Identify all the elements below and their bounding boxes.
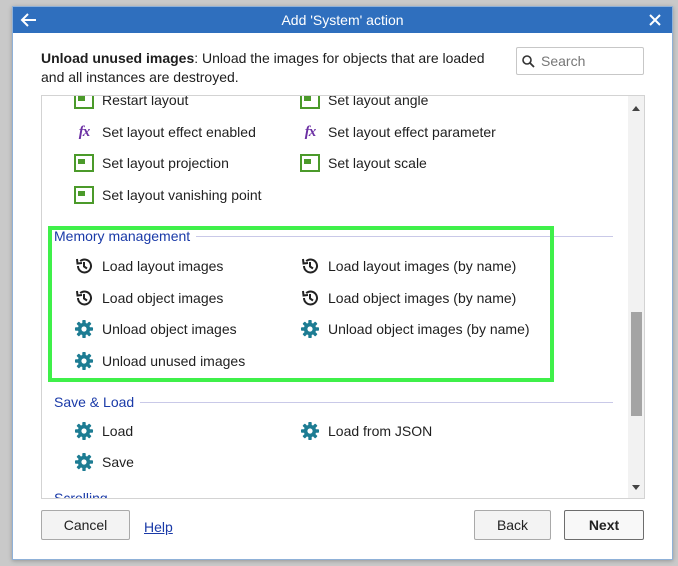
item-label: Load object images <box>102 290 224 306</box>
section-scrolling: Scrolling <box>54 489 613 498</box>
item-label: Set layout vanishing point <box>102 187 262 203</box>
list-item-unload-object-images[interactable]: Unload object images <box>74 317 237 341</box>
history-icon <box>74 256 94 276</box>
item-label: Set layout scale <box>328 155 427 171</box>
layout-icon <box>74 153 94 173</box>
list-item-load-layout-images[interactable]: Load layout images <box>74 254 223 278</box>
help-link[interactable]: Help <box>144 519 173 535</box>
list-item-restart-layout[interactable]: Restart layout <box>74 96 188 112</box>
item-label: Restart layout <box>102 96 189 108</box>
layout-icon <box>74 185 94 205</box>
section-save-load: Save & Load <box>54 393 613 411</box>
gear-icon <box>74 351 94 371</box>
gear-icon <box>300 421 320 441</box>
title-bar: Add 'System' action <box>13 7 672 33</box>
item-label: Load <box>102 423 134 439</box>
gear-icon <box>74 452 94 472</box>
item-label: Load layout images <box>102 258 224 274</box>
item-label: Set layout projection <box>102 155 229 171</box>
add-action-dialog: Add 'System' action Unload unused images… <box>12 6 673 560</box>
dialog-title: Add 'System' action <box>281 12 404 28</box>
scroll-up-arrow-icon[interactable] <box>632 106 640 111</box>
item-label: Unload object images <box>102 321 237 337</box>
list-item-save[interactable]: Save <box>74 450 134 474</box>
section-divider <box>196 235 613 237</box>
item-label: Set layout angle <box>328 96 429 108</box>
item-label: Load from JSON <box>328 423 433 439</box>
list-item-unload-object-images-by-name[interactable]: Unload object images (by name) <box>300 317 530 341</box>
section-divider <box>140 401 613 403</box>
list-item-load-object-images-by-name[interactable]: Load object images (by name) <box>300 286 516 310</box>
fx-glyph: fx <box>78 123 90 140</box>
back-arrow-icon[interactable] <box>18 9 40 31</box>
gear-icon <box>74 319 94 339</box>
list-item-set-layout-angle[interactable]: Set layout angle <box>300 96 428 112</box>
action-list: Restart layout Set layout angle fx Set l… <box>41 95 645 499</box>
next-button[interactable]: Next <box>564 510 644 540</box>
scroll-down-arrow-icon[interactable] <box>632 485 640 490</box>
list-item-set-layout-effect-enabled[interactable]: fx Set layout effect enabled <box>74 120 256 144</box>
history-icon <box>300 256 320 276</box>
layout-icon <box>300 153 320 173</box>
fx-icon: fx <box>300 122 320 142</box>
list-scrollbar[interactable] <box>628 96 644 498</box>
section-title: Memory management <box>54 228 191 244</box>
section-memory-management: Memory management <box>54 227 613 245</box>
item-label: Unload object images (by name) <box>328 321 530 337</box>
list-item-set-layout-vanishing-point[interactable]: Set layout vanishing point <box>74 183 262 207</box>
list-item-load[interactable]: Load <box>74 419 133 443</box>
list-item-set-layout-projection[interactable]: Set layout projection <box>74 151 229 175</box>
list-item-unload-unused-images[interactable]: Unload unused images <box>74 349 245 373</box>
list-item-set-layout-scale[interactable]: Set layout scale <box>300 151 427 175</box>
item-label: Load layout images (by name) <box>328 258 517 274</box>
item-label: Set layout effect enabled <box>102 124 256 140</box>
item-label: Load object images (by name) <box>328 290 517 306</box>
search-input[interactable] <box>539 51 641 71</box>
section-title: Save & Load <box>54 394 135 410</box>
gear-icon <box>74 421 94 441</box>
scroll-thumb[interactable] <box>631 312 642 416</box>
action-description: Unload unused images: Unload the images … <box>41 49 511 87</box>
layout-icon <box>300 96 320 110</box>
fx-icon: fx <box>74 122 94 142</box>
cancel-button[interactable]: Cancel <box>41 510 130 540</box>
item-label: Set layout effect parameter <box>328 124 496 140</box>
layout-icon <box>74 96 94 110</box>
history-icon <box>300 288 320 308</box>
search-icon <box>522 55 535 68</box>
list-item-load-from-json[interactable]: Load from JSON <box>300 419 432 443</box>
item-label: Save <box>102 454 134 470</box>
list-item-set-layout-effect-parameter[interactable]: fx Set layout effect parameter <box>300 120 496 144</box>
fx-glyph: fx <box>304 123 316 140</box>
section-divider <box>113 497 613 498</box>
list-item-load-layout-images-by-name[interactable]: Load layout images (by name) <box>300 254 516 278</box>
search-box[interactable] <box>516 47 644 75</box>
close-icon[interactable] <box>644 9 666 31</box>
description-name: Unload unused images <box>41 50 195 66</box>
action-list-content: Restart layout Set layout angle fx Set l… <box>42 96 627 498</box>
list-item-load-object-images[interactable]: Load object images <box>74 286 223 310</box>
item-label: Unload unused images <box>102 353 246 369</box>
history-icon <box>74 288 94 308</box>
back-button[interactable]: Back <box>474 510 551 540</box>
section-title: Scrolling <box>54 490 108 498</box>
gear-icon <box>300 319 320 339</box>
